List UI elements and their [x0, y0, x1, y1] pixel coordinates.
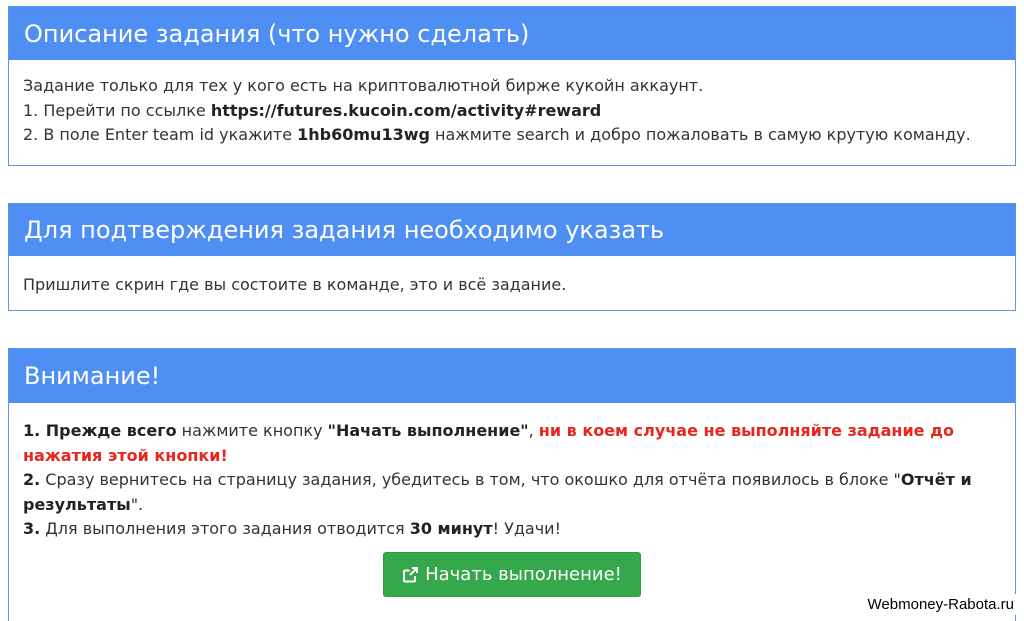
item-1-button-name: "Начать выполнение" [327, 421, 529, 440]
step-2-suffix: нажмите search и добро пожаловать в саму… [429, 125, 971, 144]
site-watermark: Webmoney-Rabota.ru [863, 594, 1018, 615]
item-1-comma: , [528, 421, 539, 440]
attention-panel: Внимание! 1. Прежде всего нажмите кнопку… [8, 348, 1016, 621]
confirmation-text: Пришлите скрин где вы состоите в команде… [23, 275, 567, 294]
attention-body: 1. Прежде всего нажмите кнопку "Начать в… [9, 403, 1015, 607]
attention-item-1: 1. Прежде всего нажмите кнопку "Начать в… [23, 419, 1001, 468]
step-2-text: 2. В поле Enter team id укажите [23, 125, 298, 144]
start-task-button[interactable]: Начать выполнение! [383, 551, 641, 597]
task-description-panel: Описание задания (что нужно сделать) Зад… [8, 6, 1016, 166]
item-2-text: Сразу вернитесь на страницу задания, убе… [40, 470, 901, 489]
step-1-line: 1. Перейти по ссылке https://futures.kuc… [23, 99, 1001, 124]
external-link-icon [402, 566, 419, 583]
activity-link: https://futures.kucoin.com/activity#rewa… [210, 100, 602, 120]
item-2-end: ". [130, 494, 144, 514]
start-button-wrap: Начать выполнение! [23, 551, 1001, 597]
item-1-number: 1. Прежде всего [23, 421, 177, 440]
step-2-line: 2. В поле Enter team id укажите 1hb60mu1… [23, 123, 1001, 148]
item-1-text: нажмите кнопку [176, 421, 328, 440]
attention-item-3: 3. Для выполнения этого задания отводитс… [23, 517, 1001, 542]
item-3-number: 3. [23, 519, 41, 538]
confirmation-panel: Для подтверждения задания необходимо ука… [8, 203, 1016, 311]
item-3-end: ! Удачи! [492, 519, 561, 538]
attention-item-2: 2. Сразу вернитесь на страницу задания, … [23, 468, 1001, 517]
step-1-text: 1. Перейти по ссылке [23, 100, 211, 120]
task-description-title: Описание задания (что нужно сделать) [9, 7, 1015, 60]
confirmation-body: Пришлите скрин где вы состоите в команде… [9, 256, 1015, 308]
task-description-body: Задание только для тех у кого есть на кр… [9, 60, 1015, 158]
attention-title: Внимание! [9, 349, 1015, 403]
item-3-time: 30 минут [409, 519, 493, 538]
account-requirement-text: Задание только для тех у кого есть на кр… [23, 76, 704, 95]
start-task-button-label: Начать выполнение! [425, 563, 622, 585]
item-3-text: Для выполнения этого задания отводится [40, 519, 410, 538]
confirmation-title: Для подтверждения задания необходимо ука… [9, 204, 1015, 256]
item-2-number: 2. [23, 470, 41, 489]
team-id-code: 1hb60mu13wg [297, 125, 430, 144]
